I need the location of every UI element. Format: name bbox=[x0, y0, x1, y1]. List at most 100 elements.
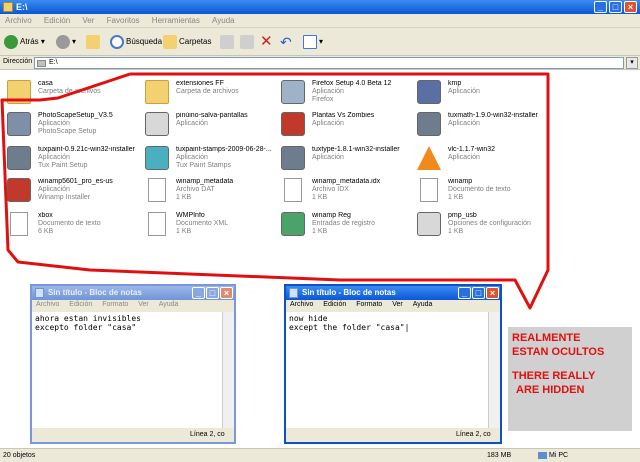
status-object-count: 20 objetos bbox=[3, 452, 36, 459]
file-item[interactable]: winamp Reg Entradas de registro 1 KB bbox=[276, 208, 411, 242]
file-type: Aplicación bbox=[312, 154, 344, 161]
folders-icon bbox=[163, 34, 177, 49]
notepad-right-title-bar[interactable]: Sin título - Bloc de notas _ □ × bbox=[286, 286, 500, 300]
notepad-right-title: Sin título - Bloc de notas bbox=[302, 288, 396, 297]
address-input[interactable]: E:\ bbox=[34, 57, 624, 69]
search-button[interactable]: Búsqueda bbox=[110, 34, 162, 50]
move-to-button[interactable] bbox=[220, 34, 236, 50]
file-item[interactable]: pinúino-salva-pantallas Aplicación bbox=[140, 108, 275, 142]
notepad-left-status-bar: Línea 2, co bbox=[32, 428, 234, 442]
file-name: WMPInfo bbox=[176, 212, 205, 219]
file-item[interactable]: extensiones FF Carpeta de archivos bbox=[140, 76, 275, 110]
registry-icon bbox=[281, 212, 305, 236]
notepad-right-minimize-button[interactable]: _ bbox=[458, 287, 471, 299]
game-icon bbox=[281, 112, 305, 136]
notepad-right-maximize-button[interactable]: □ bbox=[472, 287, 485, 299]
file-item[interactable]: tuxmath-1.9.0-win32-installer Aplicación bbox=[412, 108, 547, 142]
forward-button[interactable]: ▾ bbox=[56, 34, 76, 50]
file-type: Aplicación bbox=[448, 154, 480, 161]
address-dropdown-button[interactable]: ▾ bbox=[626, 57, 638, 69]
notepad-left-close-button[interactable]: × bbox=[220, 287, 233, 299]
menu-item-herramientas[interactable]: Herramientas bbox=[147, 14, 205, 27]
file-type: Carpeta de archivos bbox=[38, 88, 101, 95]
file-type: Documento de texto bbox=[38, 220, 101, 227]
file-item[interactable]: tuxpaint-stamps-2009-06-28-... Aplicación… bbox=[140, 142, 275, 176]
notepad-right-menu-edicion[interactable]: Edición bbox=[319, 300, 350, 309]
file-extra: Tux Paint Stamps bbox=[176, 162, 231, 169]
notepad-left-menu-formato[interactable]: Formato bbox=[98, 300, 132, 309]
installer-icon bbox=[281, 146, 305, 170]
menu-item-ver[interactable]: Ver bbox=[77, 14, 99, 27]
penguin-icon bbox=[145, 112, 169, 136]
notepad-right-scrollbar[interactable] bbox=[488, 312, 500, 428]
file-item[interactable]: vlc-1.1.7-win32 Aplicación bbox=[412, 142, 547, 176]
file-item[interactable]: WMPInfo Documento XML 1 KB bbox=[140, 208, 275, 242]
file-item[interactable]: winamp Documento de texto 1 KB bbox=[412, 174, 547, 208]
notepad-left-scrollbar[interactable] bbox=[222, 312, 234, 428]
file-item[interactable]: tuxpaint-0.9.21c-win32-installer Aplicaci… bbox=[2, 142, 137, 176]
copy-to-button[interactable] bbox=[240, 34, 256, 50]
file-type: Aplicación bbox=[38, 154, 70, 161]
views-icon bbox=[303, 34, 317, 49]
file-item[interactable]: tuxtype-1.8.1-win32-installer Aplicación bbox=[276, 142, 411, 176]
app-icon bbox=[7, 112, 31, 136]
maximize-button[interactable]: □ bbox=[609, 1, 622, 13]
notepad-window-left[interactable]: Sin título - Bloc de notas _ □ × Archivo… bbox=[30, 284, 236, 444]
file-item[interactable]: Plantas Vs Zombies Aplicación bbox=[276, 108, 411, 142]
delete-button[interactable]: ✕ bbox=[260, 34, 273, 50]
notepad-left-menu-ayuda[interactable]: Ayuda bbox=[155, 300, 183, 309]
file-type: Documento XML bbox=[176, 220, 229, 227]
file-name: tuxtype-1.8.1-win32-installer bbox=[312, 146, 400, 153]
address-label: Dirección bbox=[3, 58, 33, 65]
folders-button[interactable]: Carpetas bbox=[163, 34, 211, 50]
notepad-right-menu-ayuda[interactable]: Ayuda bbox=[409, 300, 437, 309]
file-item[interactable]: winamp_metadata Archivo DAT 1 KB bbox=[140, 174, 275, 208]
file-item[interactable]: Firefox Setup 4.0 Beta 12 Aplicación Firef… bbox=[276, 76, 411, 110]
undo-button[interactable]: ↶ bbox=[280, 34, 292, 50]
notepad-left-title-bar[interactable]: Sin título - Bloc de notas _ □ × bbox=[32, 286, 234, 300]
file-type: Aplicación bbox=[38, 186, 70, 193]
file-item[interactable]: winamp_metadata.idx Archivo IDX 1 KB bbox=[276, 174, 411, 208]
file-item[interactable]: winamp5601_pro_es-us Aplicación Winamp Ins… bbox=[2, 174, 137, 208]
file-name: kmp bbox=[448, 80, 462, 87]
file-name: Plantas Vs Zombies bbox=[312, 112, 375, 119]
menu-item-archivo[interactable]: Archivo bbox=[0, 14, 37, 27]
notepad-right-close-button[interactable]: × bbox=[486, 287, 499, 299]
folder-icon bbox=[7, 80, 31, 104]
notepad-right-menu-bar: Archivo Edición Formato Ver Ayuda bbox=[286, 300, 500, 312]
notepad-right-menu-archivo[interactable]: Archivo bbox=[286, 300, 317, 309]
file-extra: 1 KB bbox=[448, 228, 464, 235]
notepad-left-menu-edicion[interactable]: Edición bbox=[65, 300, 96, 309]
text-file-icon bbox=[420, 178, 438, 202]
file-item[interactable]: pmp_usb Opciones de configuración 1 KB bbox=[412, 208, 547, 242]
back-button[interactable]: Atrás ▾ bbox=[4, 34, 45, 50]
file-item[interactable]: PhotoScapeSetup_V3.5 Aplicación PhotoScape… bbox=[2, 108, 137, 142]
views-button[interactable]: ▾ bbox=[303, 34, 323, 50]
notepad-left-menu-ver[interactable]: Ver bbox=[134, 300, 153, 309]
notepad-left-text-area[interactable]: ahora estan invisibles excepto folder "c… bbox=[32, 312, 222, 428]
notepad-left-maximize-button[interactable]: □ bbox=[206, 287, 219, 299]
file-item[interactable]: kmp Aplicación bbox=[412, 76, 547, 110]
file-item[interactable]: xbox Documento de texto 6 KB bbox=[2, 208, 137, 242]
notepad-left-minimize-button[interactable]: _ bbox=[192, 287, 205, 299]
file-name: winamp_metadata bbox=[176, 178, 234, 185]
notepad-window-right[interactable]: Sin título - Bloc de notas _ □ × Archivo… bbox=[284, 284, 502, 444]
notepad-right-menu-ver[interactable]: Ver bbox=[388, 300, 407, 309]
close-button[interactable]: × bbox=[624, 1, 637, 13]
folders-label: Carpetas bbox=[179, 37, 212, 46]
title-bar[interactable]: E:\ _ □ × bbox=[0, 0, 640, 14]
notepad-right-text-area[interactable]: now hide except the folder "casa"| bbox=[286, 312, 488, 428]
file-item[interactable]: casa Carpeta de archivos bbox=[2, 76, 137, 110]
up-folder-button[interactable] bbox=[86, 34, 102, 50]
menu-item-favoritos[interactable]: Favoritos bbox=[102, 14, 145, 27]
menu-item-ayuda[interactable]: Ayuda bbox=[207, 14, 240, 27]
notepad-right-menu-formato[interactable]: Formato bbox=[352, 300, 386, 309]
minimize-button[interactable]: _ bbox=[594, 1, 607, 13]
menu-item-edicion[interactable]: Edición bbox=[39, 14, 75, 27]
file-name: casa bbox=[38, 80, 53, 87]
file-name: Firefox Setup 4.0 Beta 12 bbox=[312, 80, 392, 87]
file-extra: 1 KB bbox=[448, 194, 464, 201]
callout-line-4: ARE HIDDEN bbox=[516, 384, 585, 396]
file-type: Carpeta de archivos bbox=[176, 88, 239, 95]
notepad-left-menu-archivo[interactable]: Archivo bbox=[32, 300, 63, 309]
